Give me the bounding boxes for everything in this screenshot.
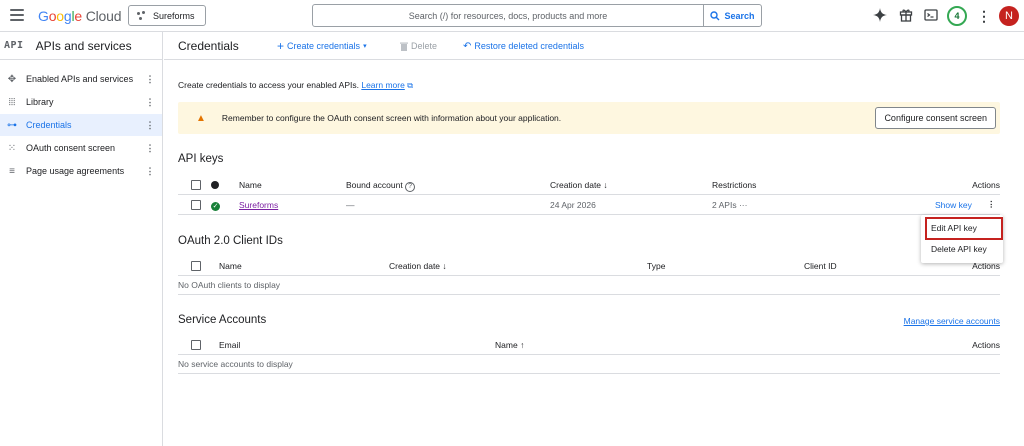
project-icon	[137, 10, 147, 21]
avatar[interactable]: N	[999, 6, 1019, 26]
oauth-empty-row: No OAuth clients to display	[178, 276, 1000, 295]
manage-service-accounts-link[interactable]: Manage service accounts	[904, 316, 1000, 326]
sidebar-title: APIs and services	[35, 38, 132, 53]
more-vert-icon[interactable]: ⋮	[144, 143, 156, 154]
project-name: Sureforms	[153, 10, 195, 21]
page-header: Credentials + Create credentials ▾ Delet…	[164, 32, 1024, 60]
arrow-up-icon: ↑	[520, 340, 525, 350]
warning-icon: ▲	[196, 112, 206, 124]
oauth-title: OAuth 2.0 Client IDs	[178, 235, 283, 247]
project-picker-button[interactable]: Sureforms	[128, 5, 206, 26]
open-in-new-icon[interactable]: ⧉	[407, 81, 413, 90]
page-title: Credentials	[178, 38, 239, 53]
oauth-header-row: Name Creation date ↓ Type Client ID Acti…	[178, 257, 1000, 276]
restore-deleted-credentials-button[interactable]: ↶ Restore deleted credentials	[463, 41, 584, 51]
select-all-checkbox[interactable]	[191, 180, 201, 190]
arrow-down-icon: ↓	[442, 261, 447, 271]
help-icon[interactable]: ?	[405, 182, 416, 192]
api-badge: API	[4, 40, 24, 51]
trash-icon	[400, 42, 408, 51]
edit-api-key-menu-item[interactable]: Edit API key	[931, 223, 977, 233]
more-horiz-icon[interactable]: ···	[739, 200, 748, 210]
sidebar-item-oauth-consent[interactable]: ⁙ OAuth consent screen ⋮	[0, 137, 162, 159]
restrictions-value: 2 APIs ···	[712, 200, 748, 210]
api-keys-title: API keys	[178, 153, 224, 165]
status-dot-icon	[211, 181, 219, 189]
sidebar-item-credentials[interactable]: ⊶ Credentials ⋮	[0, 114, 162, 136]
sa-col-actions: Actions	[972, 340, 1000, 350]
sidebar: API APIs and services ✥ Enabled APIs and…	[0, 32, 163, 446]
oauth-col-client-id: Client ID	[804, 261, 837, 271]
library-icon: ⦙⦙⦙	[8, 96, 16, 108]
api-key-name-link[interactable]: Sureforms	[239, 200, 278, 210]
google-cloud-logo[interactable]: Google Cloud	[38, 8, 121, 24]
col-restrictions: Restrictions	[712, 180, 757, 190]
sa-empty-row: No service accounts to display	[178, 355, 1000, 374]
key-icon: ⊶	[7, 119, 17, 131]
col-creation-date[interactable]: Creation date ↓	[550, 180, 608, 190]
show-key-button[interactable]: Show key	[935, 200, 972, 210]
col-bound-account: Bound account ?	[346, 180, 416, 192]
oauth-col-type: Type	[647, 261, 666, 271]
row-more-vert-icon[interactable]: ⋮	[987, 199, 996, 210]
more-vert-icon[interactable]: ⋮	[144, 120, 156, 131]
sidebar-item-library[interactable]: ⦙⦙⦙ Library ⋮	[0, 91, 162, 113]
table-row: ✓ Sureforms — 24 Apr 2026 2 APIs ··· Sho…	[178, 196, 1000, 215]
row-checkbox[interactable]	[191, 200, 201, 210]
cloud-shell-icon[interactable]	[923, 8, 939, 24]
sidebar-header: API APIs and services	[0, 32, 163, 60]
plus-icon: +	[277, 38, 285, 53]
more-vert-icon[interactable]: ⋮	[144, 166, 156, 177]
col-actions: Actions	[972, 180, 1000, 190]
search-icon	[710, 10, 720, 20]
search-bar[interactable]: Search (/) for resources, docs, products…	[312, 4, 762, 27]
creation-date-value: 24 Apr 2026	[550, 200, 596, 210]
menu-icon[interactable]	[10, 9, 24, 21]
row-actions-menu: Edit API key Delete API key	[921, 215, 1003, 263]
create-credentials-button[interactable]: + Create credentials ▾	[277, 38, 367, 53]
search-button[interactable]: Search	[703, 5, 761, 26]
delete-api-key-menu-item[interactable]: Delete API key	[931, 244, 987, 254]
sa-select-all-checkbox[interactable]	[191, 340, 201, 350]
consent-icon: ⁙	[7, 142, 17, 154]
col-name[interactable]: Name	[239, 180, 262, 190]
oauth-col-creation-date[interactable]: Creation date ↓	[389, 261, 447, 271]
main-content: Credentials + Create credentials ▾ Delet…	[164, 32, 1024, 446]
sa-col-email[interactable]: Email	[219, 340, 240, 350]
sidebar-item-enabled-apis[interactable]: ✥ Enabled APIs and services ⋮	[0, 68, 162, 90]
top-bar: Google Cloud Sureforms Search (/) for re…	[0, 0, 1024, 32]
gemini-spark-icon[interactable]	[872, 8, 888, 24]
bound-account-value: —	[346, 200, 355, 210]
intro-text: Create credentials to access your enable…	[178, 80, 413, 90]
notifications-badge[interactable]: 4	[947, 6, 967, 26]
hub-icon: ✥	[7, 73, 17, 85]
configure-consent-screen-button[interactable]: Configure consent screen	[875, 107, 996, 129]
service-accounts-header-row: Email Name ↑ Actions	[178, 336, 1000, 355]
more-vert-icon[interactable]: ⋮	[976, 8, 992, 24]
caret-down-icon: ▾	[363, 43, 367, 50]
learn-more-link[interactable]: Learn more	[361, 80, 404, 90]
undo-icon: ↶	[463, 40, 472, 52]
search-input[interactable]: Search (/) for resources, docs, products…	[313, 11, 703, 21]
oauth-select-all-checkbox[interactable]	[191, 261, 201, 271]
api-keys-header-row: Name Bound account ? Creation date ↓ Res…	[178, 176, 1000, 195]
more-vert-icon[interactable]: ⋮	[144, 74, 156, 85]
consent-warning-banner: ▲ Remember to configure the OAuth consen…	[178, 102, 1000, 134]
gift-icon[interactable]	[898, 8, 914, 24]
arrow-down-icon: ↓	[603, 180, 608, 190]
sidebar-item-page-usage[interactable]: ≡ Page usage agreements ⋮	[0, 160, 162, 182]
more-vert-icon[interactable]: ⋮	[144, 97, 156, 108]
service-accounts-title: Service Accounts	[178, 314, 267, 326]
oauth-col-name[interactable]: Name	[219, 261, 242, 271]
delete-button[interactable]: Delete	[400, 41, 437, 51]
check-circle-icon: ✓	[211, 202, 220, 211]
sa-col-name[interactable]: Name ↑	[495, 340, 524, 350]
agreements-icon: ≡	[9, 165, 15, 177]
